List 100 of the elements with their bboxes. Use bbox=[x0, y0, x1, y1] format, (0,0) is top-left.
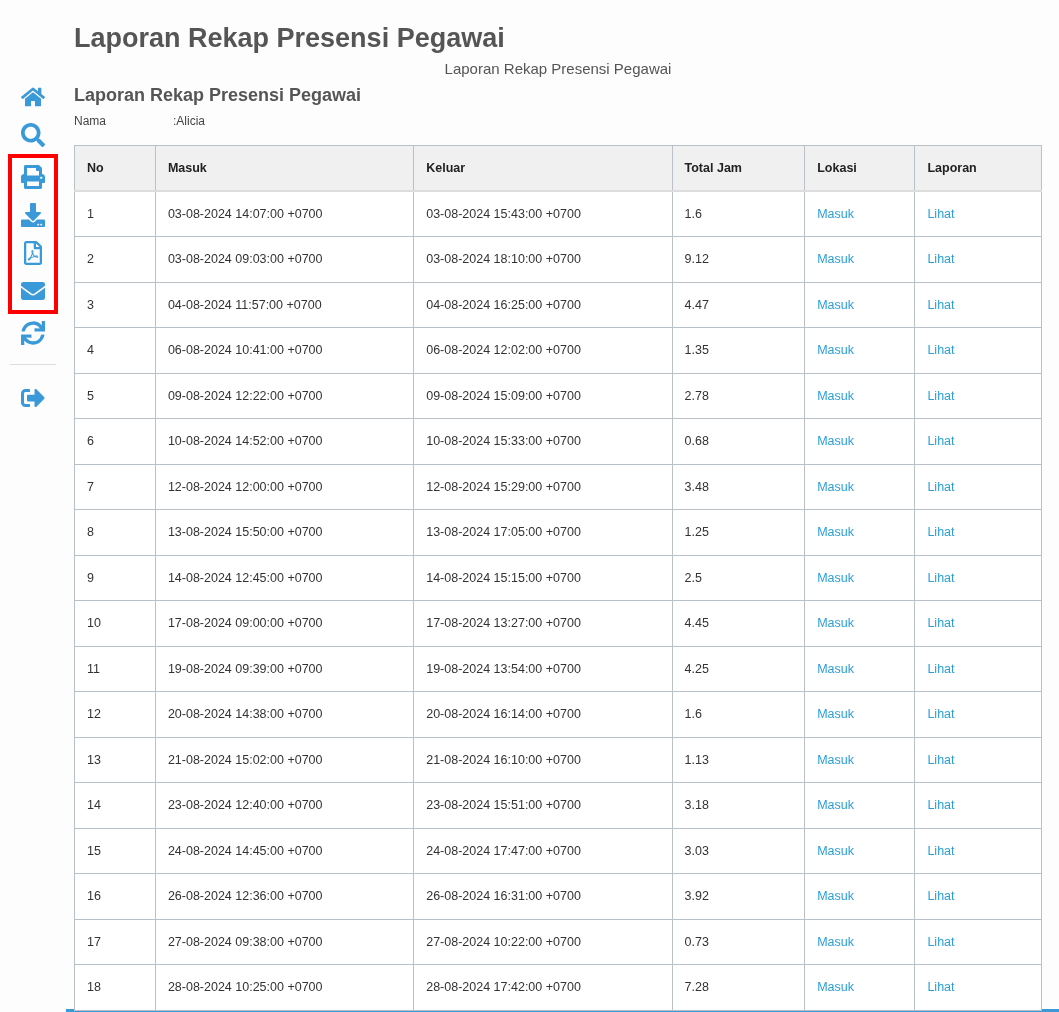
table-cell: 1.6 bbox=[672, 191, 805, 237]
report-link[interactable]: Lihat bbox=[927, 934, 955, 949]
table-cell: 28-08-2024 17:42:00 +0700 bbox=[413, 964, 673, 1010]
report-link[interactable]: Lihat bbox=[927, 252, 955, 267]
report-link[interactable]: Lihat bbox=[927, 479, 955, 494]
download-icon[interactable] bbox=[19, 201, 47, 229]
location-link[interactable]: Masuk bbox=[817, 207, 855, 221]
location-link[interactable]: Masuk bbox=[817, 707, 855, 722]
location-link[interactable]: Masuk bbox=[817, 616, 855, 631]
column-header: Laporan bbox=[914, 145, 1042, 191]
location-link[interactable]: Masuk bbox=[817, 525, 855, 540]
column-header: Masuk bbox=[155, 145, 414, 191]
table-cell: 27-08-2024 09:38:00 +0700 bbox=[155, 919, 414, 965]
table-cell: 26-08-2024 12:36:00 +0700 bbox=[155, 873, 414, 919]
report-link[interactable]: Lihat bbox=[927, 980, 955, 995]
table-cell: 3.92 bbox=[672, 873, 805, 919]
table-cell: 20-08-2024 14:38:00 +0700 bbox=[155, 691, 414, 737]
report-link[interactable]: Lihat bbox=[927, 843, 955, 858]
table-cell: 6 bbox=[74, 418, 156, 464]
location-link[interactable]: Masuk bbox=[817, 661, 855, 676]
table-cell: 5 bbox=[74, 373, 156, 419]
table-cell: 03-08-2024 14:07:00 +0700 bbox=[155, 191, 414, 237]
report-link[interactable]: Lihat bbox=[927, 388, 955, 403]
report-link[interactable]: Lihat bbox=[927, 343, 955, 358]
table-cell: 14 bbox=[74, 782, 156, 828]
page-title: Laporan Rekap Presensi Pegawai bbox=[74, 22, 506, 55]
location-link[interactable]: Masuk bbox=[817, 570, 855, 585]
table-cell: 12 bbox=[74, 691, 156, 737]
table-cell: 19-08-2024 13:54:00 +0700 bbox=[413, 646, 673, 692]
name-value: :Alicia bbox=[173, 114, 205, 128]
report-link[interactable]: Lihat bbox=[927, 207, 955, 221]
table-cell: 14-08-2024 12:45:00 +0700 bbox=[155, 555, 414, 601]
report-link[interactable]: Lihat bbox=[927, 889, 955, 904]
table-cell: 17 bbox=[74, 919, 156, 965]
table-cell: 26-08-2024 16:31:00 +0700 bbox=[413, 873, 673, 919]
refresh-icon[interactable] bbox=[19, 319, 47, 347]
report-link[interactable]: Lihat bbox=[927, 297, 955, 312]
printer-icon[interactable] bbox=[19, 163, 47, 191]
location-link[interactable]: Masuk bbox=[817, 388, 855, 403]
report-link[interactable]: Lihat bbox=[927, 798, 955, 813]
table-cell: 12-08-2024 12:00:00 +0700 bbox=[155, 464, 414, 510]
table-cell: 0.73 bbox=[672, 919, 805, 965]
table-cell: 1.6 bbox=[672, 691, 805, 737]
table-cell: 3.18 bbox=[672, 782, 805, 828]
location-link[interactable]: Masuk bbox=[817, 980, 855, 995]
table-cell: 04-08-2024 16:25:00 +0700 bbox=[413, 282, 673, 328]
location-link[interactable]: Masuk bbox=[817, 843, 855, 858]
table-cell: 10-08-2024 14:52:00 +0700 bbox=[155, 418, 414, 464]
column-header: Keluar bbox=[413, 145, 673, 191]
location-link[interactable]: Masuk bbox=[817, 252, 855, 267]
table-cell: 4.47 bbox=[672, 282, 805, 328]
table-cell: 24-08-2024 14:45:00 +0700 bbox=[155, 828, 414, 874]
table-cell: 1 bbox=[74, 191, 156, 237]
table-cell: 10-08-2024 15:33:00 +0700 bbox=[413, 418, 673, 464]
report-link[interactable]: Lihat bbox=[927, 570, 955, 585]
report-heading: Laporan Rekap Presensi Pegawai bbox=[74, 85, 363, 106]
table-cell: 1.13 bbox=[672, 737, 805, 783]
location-link[interactable]: Masuk bbox=[817, 934, 855, 949]
report-link[interactable]: Lihat bbox=[927, 661, 955, 676]
table-cell: 11 bbox=[74, 646, 156, 692]
table-cell: 7 bbox=[74, 464, 156, 510]
table-cell: 13-08-2024 17:05:00 +0700 bbox=[413, 509, 673, 555]
location-link[interactable]: Masuk bbox=[817, 889, 855, 904]
location-link[interactable]: Masuk bbox=[817, 479, 855, 494]
location-link[interactable]: Masuk bbox=[817, 343, 855, 358]
table-cell: 9.12 bbox=[672, 236, 805, 282]
report-link[interactable]: Lihat bbox=[927, 616, 955, 631]
table-cell: 17-08-2024 13:27:00 +0700 bbox=[413, 600, 673, 646]
table-cell: 3.03 bbox=[672, 828, 805, 874]
table-cell: 13 bbox=[74, 737, 156, 783]
table-cell: 7.28 bbox=[672, 964, 805, 1010]
table-cell: 1.25 bbox=[672, 509, 805, 555]
report-link[interactable]: Lihat bbox=[927, 525, 955, 540]
table-cell: 24-08-2024 17:47:00 +0700 bbox=[413, 828, 673, 874]
table-cell: 19-08-2024 09:39:00 +0700 bbox=[155, 646, 414, 692]
table-cell: 15 bbox=[74, 828, 156, 874]
table-cell: 2.78 bbox=[672, 373, 805, 419]
table-cell: 28-08-2024 10:25:00 +0700 bbox=[155, 964, 414, 1010]
table-cell: 06-08-2024 10:41:00 +0700 bbox=[155, 327, 414, 373]
table-cell: 13-08-2024 15:50:00 +0700 bbox=[155, 509, 414, 555]
column-header: No bbox=[74, 145, 156, 191]
table-cell: 09-08-2024 15:09:00 +0700 bbox=[413, 373, 673, 419]
report-link[interactable]: Lihat bbox=[927, 434, 955, 449]
table-cell: 03-08-2024 18:10:00 +0700 bbox=[413, 236, 673, 282]
table-cell: 03-08-2024 15:43:00 +0700 bbox=[413, 191, 673, 237]
table-cell: 06-08-2024 12:02:00 +0700 bbox=[413, 327, 673, 373]
table-cell: 04-08-2024 11:57:00 +0700 bbox=[155, 282, 414, 328]
name-label: Nama bbox=[74, 114, 107, 128]
report-link[interactable]: Lihat bbox=[927, 707, 955, 722]
location-link[interactable]: Masuk bbox=[817, 798, 855, 813]
location-link[interactable]: Masuk bbox=[817, 297, 855, 312]
search-icon[interactable] bbox=[19, 121, 47, 149]
table-cell: 14-08-2024 15:15:00 +0700 bbox=[413, 555, 673, 601]
table-cell: 20-08-2024 16:14:00 +0700 bbox=[413, 691, 673, 737]
location-link[interactable]: Masuk bbox=[817, 752, 855, 767]
location-link[interactable]: Masuk bbox=[817, 434, 855, 449]
report-link[interactable]: Lihat bbox=[927, 752, 955, 767]
table-cell: 16 bbox=[74, 873, 156, 919]
table-cell: 09-08-2024 12:22:00 +0700 bbox=[155, 373, 414, 419]
table-cell: 23-08-2024 15:51:00 +0700 bbox=[413, 782, 673, 828]
